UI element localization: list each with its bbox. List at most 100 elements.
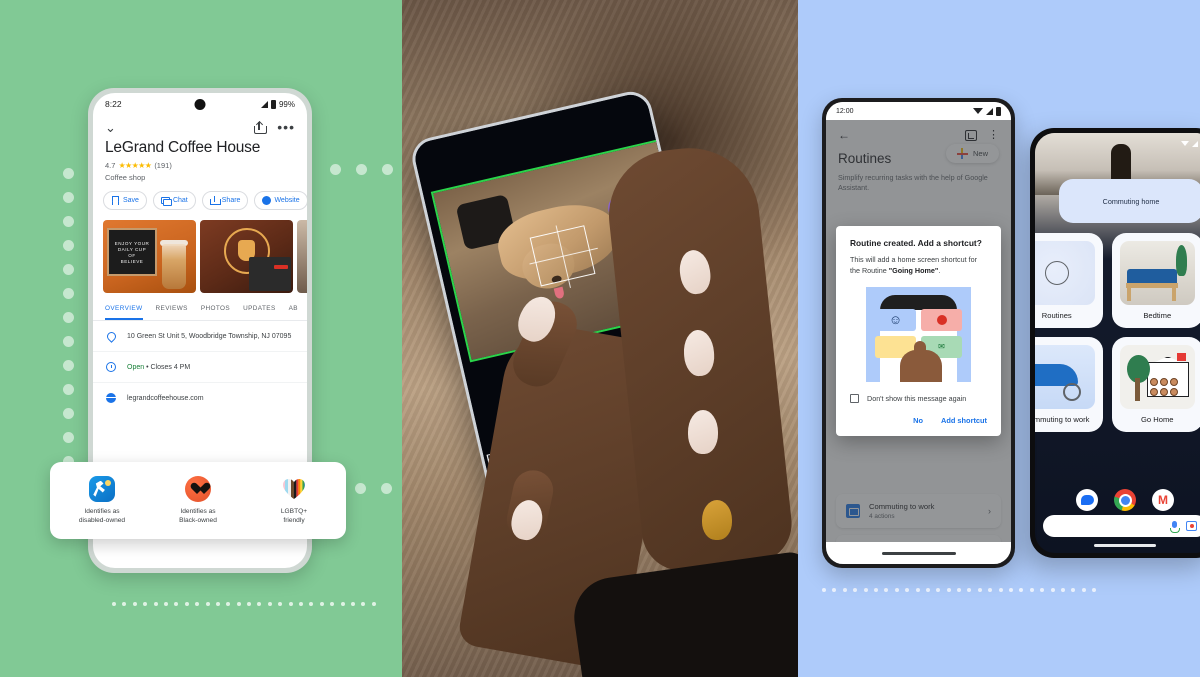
globe-icon <box>262 196 272 205</box>
letterboard-line: ENJOY YOUR <box>114 240 150 246</box>
mic-icon[interactable] <box>1170 520 1180 533</box>
widget-commuting-home[interactable]: Commuting home <box>1059 179 1200 223</box>
dot-row-bottom-right <box>355 483 392 494</box>
status-indicators <box>973 106 1001 116</box>
checkbox[interactable] <box>850 393 859 403</box>
chat-icon <box>160 196 172 206</box>
focus-reticle <box>529 225 596 287</box>
badge-disabled-owned[interactable]: Identifies as disabled-owned <box>54 475 149 526</box>
widget-grid: Routines Bedtime mmuting to work Go Home <box>1035 233 1200 432</box>
add-shortcut-dialog: Routine created. Add a shortcut? This wi… <box>836 226 1001 436</box>
badge-label: LGBTQ+ friendly <box>281 508 307 526</box>
family-figures <box>1149 378 1185 397</box>
signal-icon <box>1192 140 1198 147</box>
add-shortcut-button[interactable]: Add shortcut <box>941 416 987 425</box>
black-owned-heart-icon <box>185 475 211 502</box>
status-time: 12:00 <box>836 107 854 115</box>
sun-dial-icon <box>1035 241 1095 305</box>
action-button-row: Save Chat Share Website <box>93 182 307 210</box>
signal-icon <box>986 107 993 115</box>
gallery-photo-3[interactable] <box>297 220 307 293</box>
battery-icon <box>996 106 1001 116</box>
chevron-down-icon[interactable]: ⌄ <box>105 121 116 134</box>
tab-updates[interactable]: UPDATES <box>243 305 276 320</box>
flag-icon <box>1176 352 1186 361</box>
fingernail <box>688 410 718 454</box>
camera-punch-hole <box>194 99 206 110</box>
nav-gesture-pill <box>1094 544 1156 547</box>
widget-commuting-to-work[interactable]: Commuting to work <box>1035 337 1103 432</box>
tab-overview[interactable]: OVERVIEW <box>105 305 143 320</box>
share-button[interactable]: Share <box>201 191 249 210</box>
widget-label: Commuting to work <box>1035 415 1090 424</box>
status-bar: 8:22 99% <box>93 93 307 115</box>
chrome-icon[interactable] <box>1114 489 1136 511</box>
badge-black-owned[interactable]: Identifies as Black-owned <box>150 475 245 526</box>
rating-value: 4.7 <box>105 161 116 170</box>
website-row[interactable]: legrandcoffeehouse.com <box>93 383 307 413</box>
dialog-illustration <box>866 286 971 382</box>
app-dock: M <box>1035 489 1200 511</box>
dont-show-again-row[interactable]: Don't show this message again <box>850 393 987 403</box>
page-title: LeGrand Coffee House <box>105 139 261 156</box>
camera-scene-photo: Portrait Photo Night S <box>402 0 798 677</box>
disabled-owned-icon <box>89 475 115 502</box>
iced-coffee-cup <box>162 244 186 289</box>
badge-label-line2: disabled-owned <box>78 516 126 524</box>
espresso-machine <box>249 257 291 291</box>
dialog-routine-name: "Going Home" <box>888 265 939 275</box>
address-row[interactable]: 10 Green St Unit 5, Woodbridge Township,… <box>93 321 307 352</box>
google-search-bar[interactable] <box>1043 515 1200 537</box>
gallery-photo-2[interactable] <box>200 220 293 293</box>
widget-bedtime[interactable]: Bedtime <box>1111 233 1200 328</box>
open-status: Open <box>127 363 145 371</box>
maps-panel: 8:22 99% ⌄ ••• LeGrand Coffee House 4.7 … <box>0 0 402 677</box>
save-button[interactable]: Save <box>103 191 147 210</box>
tab-photos[interactable]: PHOTOS <box>201 305 230 320</box>
signal-icon <box>260 100 268 108</box>
bed-leg <box>1127 287 1131 302</box>
gmail-icon[interactable]: M <box>1152 489 1174 511</box>
hours-separator: • <box>146 363 149 371</box>
google-lens-icon[interactable] <box>1186 521 1197 531</box>
globe-icon <box>105 392 117 404</box>
wifi-icon <box>973 108 983 114</box>
bookmark-icon <box>111 196 120 205</box>
place-category: Coffee shop <box>105 173 146 182</box>
nav-gesture-pill[interactable] <box>881 551 956 555</box>
hours-text: Open • Closes 4 PM <box>127 364 190 371</box>
gallery-photo-1[interactable]: ENJOY YOUR DAILY CUP OF BELIEVE <box>103 220 196 293</box>
widget-label: Bedtime <box>1143 311 1172 320</box>
maps-top-nav: ⌄ ••• <box>93 115 307 136</box>
hours-row[interactable]: Open • Closes 4 PM <box>93 352 307 383</box>
messages-icon[interactable] <box>1076 489 1098 511</box>
chat-button[interactable]: Chat <box>152 191 196 210</box>
dog-tongue <box>553 286 565 300</box>
dialog-body: This will add a home screen shortcut for… <box>850 255 987 277</box>
widget-routines[interactable]: Routines <box>1035 233 1103 328</box>
no-button[interactable]: No <box>913 416 923 425</box>
share-icon <box>209 196 221 205</box>
tab-about[interactable]: AB <box>289 305 298 320</box>
share-icon[interactable] <box>254 120 268 134</box>
overflow-menu-icon[interactable]: ••• <box>277 120 295 134</box>
badge-label-line1: Identifies as <box>84 507 120 515</box>
chat-button-label: Chat <box>172 197 188 204</box>
photo-gallery[interactable]: ENJOY YOUR DAILY CUP OF BELIEVE <box>93 210 307 293</box>
badge-label: Identifies as Black-owned <box>179 508 217 526</box>
camera-panel: Portrait Photo Night S <box>402 0 798 677</box>
letterboard-line: OF <box>128 252 136 258</box>
widget-go-home[interactable]: Go Home <box>1111 337 1200 432</box>
lgbtq-friendly-heart-icon <box>281 476 307 502</box>
routines-homescreen-panel: Commuting home Routines Bedtime mmuting … <box>798 0 1200 677</box>
location-pin-icon <box>104 329 118 343</box>
website-button[interactable]: Website <box>254 191 307 210</box>
bed-leg <box>1172 287 1177 302</box>
battery-icon <box>270 99 276 109</box>
badge-lgbtq-friendly[interactable]: LGBTQ+ friendly <box>246 476 341 526</box>
plant-decor <box>1176 244 1188 276</box>
letterboard-sign: ENJOY YOUR DAILY CUP OF BELIEVE <box>107 228 157 276</box>
letterboard-line: DAILY CUP <box>117 246 147 252</box>
tab-reviews[interactable]: REVIEWS <box>156 305 188 320</box>
status-indicators: 99% <box>260 99 295 109</box>
